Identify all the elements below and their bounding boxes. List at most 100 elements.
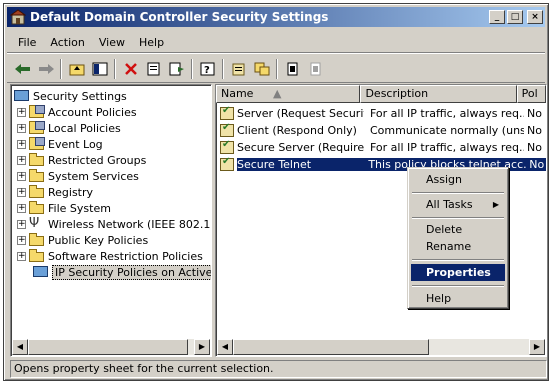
tree-root[interactable]: Security Settings [14,88,127,104]
tree-item-label: Account Policies [48,105,137,119]
toolbar-separator [276,59,278,79]
toolbar-separator [114,59,116,79]
policy-name: Secure Server (Require... [237,141,364,154]
menu-separator [412,285,504,287]
tree-item-wireless-network[interactable]: + Ψ Wireless Network (IEEE 802.11) [17,216,212,232]
show-hide-tree-icon[interactable] [88,58,111,80]
folder-icon [29,169,45,183]
scroll-thumb[interactable] [28,339,188,355]
tree-root-label: Security Settings [33,89,127,103]
menu-action[interactable]: Action [43,34,91,51]
scroll-thumb[interactable] [233,339,429,355]
tree-item-ip-security-policies[interactable]: IP Security Policies on Active Dire [33,264,211,280]
folder-shield-icon [29,121,45,135]
toolbar-separator [191,59,193,79]
tree-item-system-services[interactable]: + System Services [17,168,139,184]
policy-name: Secure Telnet [237,158,363,171]
policy-description: For all IP traffic, always req... [370,107,524,120]
title-bar[interactable]: Default Domain Controller Security Setti… [7,7,545,27]
menu-item-delete[interactable]: Delete [411,221,505,238]
menu-item-rename[interactable]: Rename [411,238,505,255]
policy-assigned: No [527,141,542,154]
expand-icon[interactable]: + [17,155,26,165]
assign-icon[interactable] [281,58,304,80]
export-list-icon[interactable] [165,58,188,80]
policy-assigned: No [527,124,542,137]
menu-item-all-tasks[interactable]: All Tasks ▶ [411,196,505,213]
expand-icon[interactable]: + [17,203,26,213]
tree-item-restricted-groups[interactable]: + Restricted Groups [17,152,146,168]
column-header-policy-assigned[interactable]: Pol [516,85,546,103]
expand-icon[interactable]: + [17,107,26,117]
expand-icon[interactable]: + [17,219,26,229]
tree-item-label: System Services [48,169,139,183]
menu-view[interactable]: View [92,34,132,51]
list-header: Name ▲ Description Pol [216,85,546,103]
tree-item-label: Wireless Network (IEEE 802.11) [48,217,212,231]
tree-item-label: IP Security Policies on Active Dire [52,264,211,280]
delete-icon[interactable] [119,58,142,80]
folder-icon [29,249,45,263]
tree-item-label: Registry [48,185,94,199]
manage-filters-icon[interactable] [250,58,273,80]
close-button[interactable]: × [527,10,543,24]
expand-icon[interactable]: + [17,235,26,245]
expand-icon[interactable]: + [17,187,26,197]
scroll-right-icon[interactable]: ▶ [194,339,210,355]
tree-item-event-log[interactable]: + Event Log [17,136,103,152]
folder-icon [29,185,45,199]
back-icon[interactable] [11,58,34,80]
tree-item-public-key-policies[interactable]: + Public Key Policies [17,232,148,248]
menu-item-properties[interactable]: Properties [411,264,505,281]
tree-item-account-policies[interactable]: + Account Policies [17,104,137,120]
policy-assigned: No [527,107,542,120]
tree-item-label: File System [48,201,111,215]
folder-icon [29,233,45,247]
menu-file[interactable]: File [11,34,43,51]
ip-security-policy-icon [220,122,234,137]
expand-icon[interactable]: + [17,171,26,181]
minimize-button[interactable]: _ [489,10,505,24]
column-header-name[interactable]: Name ▲ [216,85,361,103]
expand-icon[interactable]: + [17,123,26,133]
scroll-left-icon[interactable]: ◀ [12,339,28,355]
tree-item-local-policies[interactable]: + Local Policies [17,120,121,136]
column-header-description[interactable]: Description [360,85,517,103]
policy-description: For all IP traffic, always req... [370,141,524,154]
list-horizontal-scrollbar[interactable]: ◀ ▶ [217,339,545,355]
properties-icon[interactable] [142,58,165,80]
menu-item-assign[interactable]: Assign [411,171,505,188]
expand-icon[interactable]: + [17,251,26,261]
mmc-app-icon [9,9,27,25]
table-row[interactable]: Server (Request Security) For all IP tra… [216,105,546,122]
tree-horizontal-scrollbar[interactable]: ◀ ▶ [12,339,210,355]
ip-security-policy-icon [220,156,234,171]
folder-shield-icon [29,137,45,151]
forward-icon[interactable] [34,58,57,80]
help-icon[interactable]: ? [196,58,219,80]
folder-shield-icon [29,105,45,119]
tree-item-file-system[interactable]: + File System [17,200,111,216]
window-title: Default Domain Controller Security Setti… [30,10,329,24]
submenu-arrow-icon: ▶ [492,200,499,209]
menu-bar: File Action View Help [7,32,545,53]
up-folder-icon[interactable] [65,58,88,80]
scroll-right-icon[interactable]: ▶ [529,339,545,355]
policy-name: Client (Respond Only) [237,124,357,137]
expand-icon[interactable]: + [17,139,26,149]
console-tree[interactable]: Security Settings + Account Policies + L… [10,84,212,357]
table-row[interactable]: Client (Respond Only) Communicate normal… [216,122,546,139]
menu-item-help[interactable]: Help [411,290,505,307]
policy-name: Server (Request Security) [237,107,364,120]
unassign-icon[interactable] [304,58,327,80]
tree-item-label: Public Key Policies [48,233,149,247]
menu-separator [412,217,504,219]
menu-separator [412,192,504,194]
menu-help[interactable]: Help [132,34,171,51]
table-row[interactable]: Secure Server (Require... For all IP tra… [216,139,546,156]
tree-item-software-restriction-policies[interactable]: + Software Restriction Policies [17,248,203,264]
create-policy-icon[interactable] [227,58,250,80]
tree-item-registry[interactable]: + Registry [17,184,93,200]
scroll-left-icon[interactable]: ◀ [217,339,233,355]
maximize-button[interactable]: □ [507,10,523,24]
